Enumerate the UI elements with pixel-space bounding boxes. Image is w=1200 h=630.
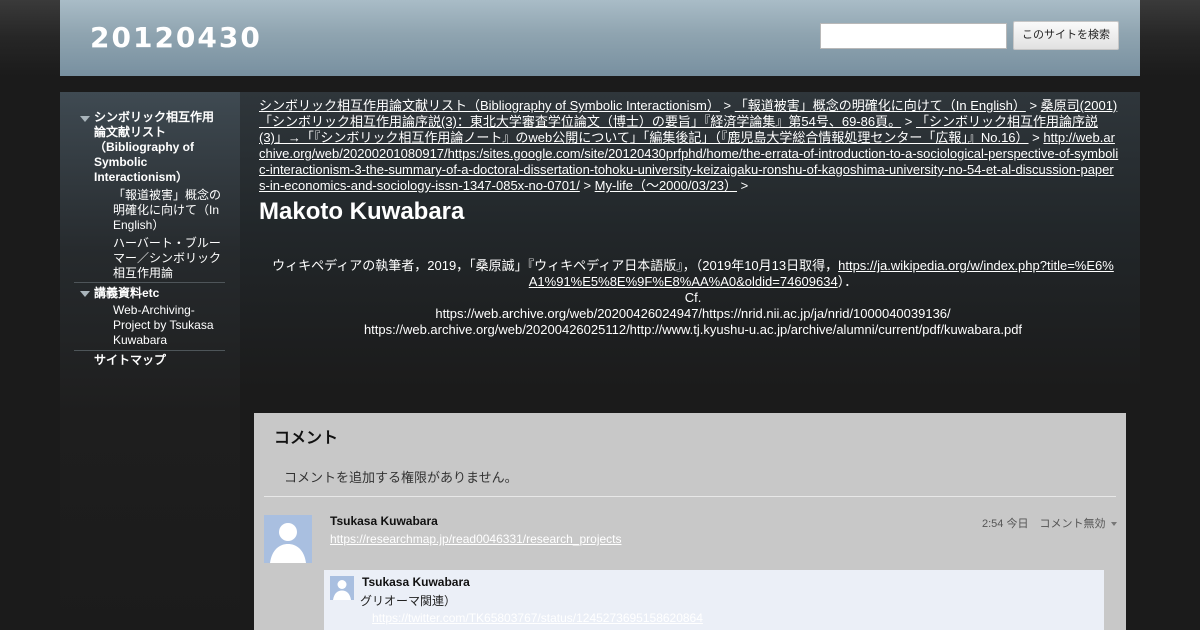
reply-text: グリオーマ関連） (360, 594, 457, 608)
cf-label: Cf. (684, 290, 702, 305)
sidebar-item-media-harm[interactable]: 「報道被害」概念の明確化に向けて（In English） (113, 188, 225, 233)
citation-line: ウィキペディアの執筆者，2019，「桑原誠」『ウィキペディア日本語版』，（201… (270, 258, 1116, 290)
breadcrumb-link[interactable]: シンボリック相互作用論文献リスト（Bibliography of Symboli… (259, 98, 720, 113)
sidebar-divider (74, 282, 225, 283)
reply-link[interactable]: https://twitter.com/TK65803767/status/12… (372, 611, 703, 625)
page-body: ウィキペディアの執筆者，2019，「桑原誠」『ウィキペディア日本語版』，（201… (270, 258, 1116, 338)
search-input[interactable] (820, 23, 1007, 49)
sidebar-item-blumer[interactable]: ハーバート・ブルーマー／シンボリック相互作用論 (113, 236, 225, 281)
avatar (264, 515, 312, 563)
comments-section: コメント コメントを追加する権限がありません。 Tsukasa Kuwabara… (254, 413, 1126, 630)
breadcrumb-separator: > (740, 178, 749, 193)
breadcrumb-link[interactable]: 「報道被害」概念の明確化に向けて（In English） (735, 98, 1026, 113)
sidebar-item-lecture-materials[interactable]: 講義資料etc (94, 286, 224, 301)
archive-url-kyushu: https://web.archive.org/web/202004260251… (363, 322, 1023, 337)
expand-arrow-icon[interactable] (80, 116, 90, 122)
comment-author: Tsukasa Kuwabara (330, 514, 438, 528)
archive-url-nrid: https://web.archive.org/web/202004260249… (435, 306, 951, 321)
user-silhouette-icon (330, 576, 354, 600)
sidebar-item-sitemap[interactable]: サイトマップ (94, 353, 224, 368)
citation-suffix: ）． (837, 274, 858, 289)
breadcrumb-separator: > (583, 178, 592, 193)
user-silhouette-icon (264, 515, 312, 563)
sidebar-divider (74, 350, 225, 351)
sidebar-item-web-archiving[interactable]: Web-Archiving-Project by Tsukasa Kuwabar… (113, 303, 225, 348)
comments-heading: コメント (274, 430, 339, 447)
breadcrumb-separator: > (1029, 98, 1038, 113)
reply-author: Tsukasa Kuwabara (362, 575, 470, 589)
dropdown-arrow-icon[interactable] (1110, 522, 1117, 527)
sidebar: シンボリック相互作用論文献リスト（Bibliography of Symboli… (60, 92, 240, 630)
expand-arrow-icon[interactable] (80, 291, 90, 297)
breadcrumb-link[interactable]: My-life（～2000/03/23） (595, 178, 737, 193)
page-title: Makoto Kuwabara (259, 198, 465, 225)
citation-text: ウィキペディアの執筆者，2019，「桑原誠」『ウィキペディア日本語版』，（201… (272, 258, 839, 273)
breadcrumb-separator: > (723, 98, 732, 113)
site-title[interactable]: 20120430 (90, 21, 262, 54)
avatar (330, 576, 354, 600)
comment-time: 2:54 今日 (982, 518, 1029, 530)
comment-meta: 2:54 今日 コメント無効 (982, 515, 1117, 531)
breadcrumb-separator: > (1032, 130, 1040, 145)
disable-comment-button[interactable]: コメント無効 (1040, 518, 1106, 530)
sidebar-item-bibliography[interactable]: シンボリック相互作用論文献リスト（Bibliography of Symboli… (94, 110, 224, 185)
search-button[interactable]: このサイトを検索 (1013, 21, 1119, 50)
comments-divider (264, 496, 1116, 497)
breadcrumb-separator: > (904, 114, 913, 129)
site-header: 20120430 このサイトを検索 (60, 0, 1140, 76)
reply-comment: Tsukasa Kuwabara グリオーマ関連） https://twitte… (324, 570, 1104, 630)
comment-link[interactable]: https://researchmap.jp/read0046331/resea… (330, 532, 622, 546)
breadcrumb: シンボリック相互作用論文献リスト（Bibliography of Symboli… (259, 98, 1119, 194)
no-permission-notice: コメントを追加する権限がありません。 (284, 470, 518, 485)
